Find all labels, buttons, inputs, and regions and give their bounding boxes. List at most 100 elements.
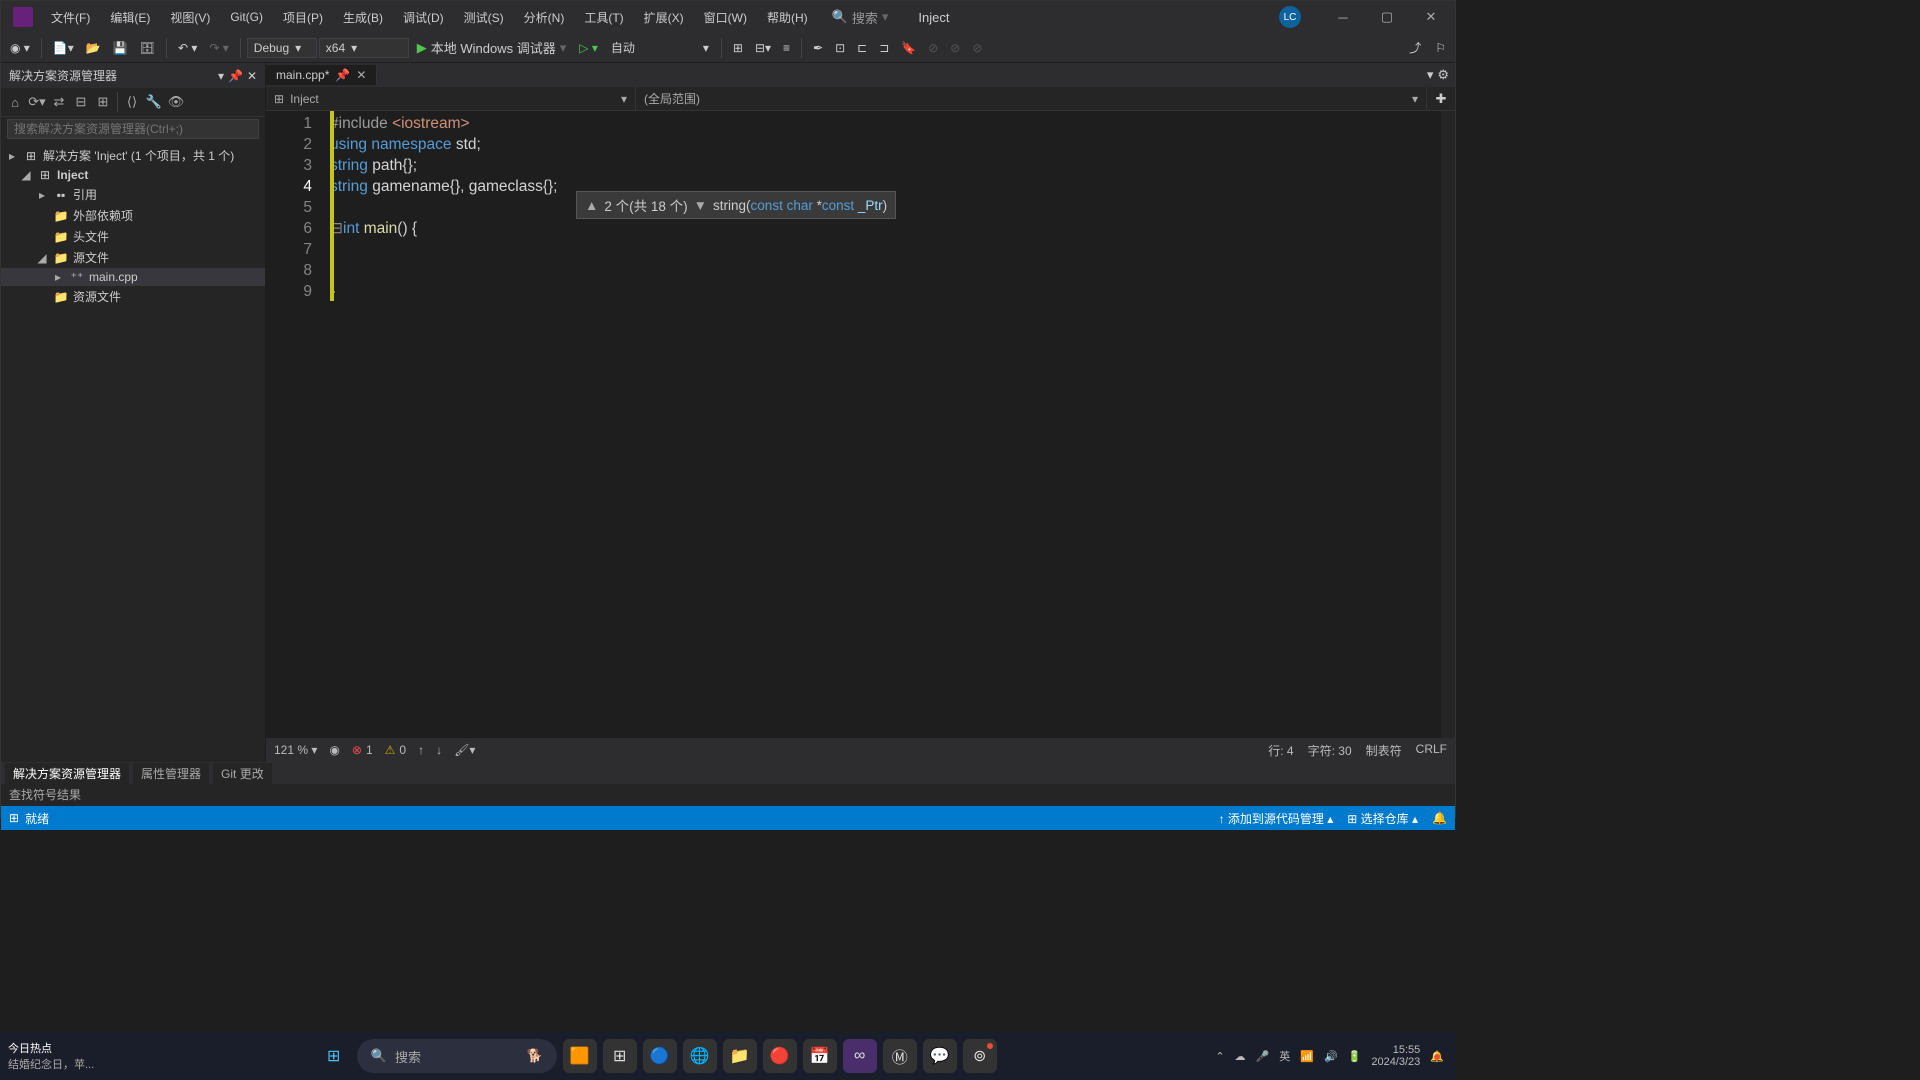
tray-volume-icon[interactable]: 🔊 bbox=[1324, 1050, 1338, 1063]
tree-resources[interactable]: 📁资源文件 bbox=[1, 286, 265, 307]
btab-git[interactable]: Git 更改 bbox=[213, 763, 272, 784]
tab-main-cpp[interactable]: main.cpp* 📌 ✕ bbox=[266, 65, 377, 85]
tree-main-cpp[interactable]: ▸⁺⁺main.cpp bbox=[1, 268, 265, 286]
menu-tools[interactable]: 工具(T) bbox=[574, 5, 633, 30]
warning-count[interactable]: ⚠0 bbox=[385, 743, 406, 757]
task-vs[interactable]: ∞ bbox=[843, 1039, 877, 1073]
task-explorer[interactable]: 📁 bbox=[723, 1039, 757, 1073]
live-share-button[interactable]: ⚐ bbox=[1430, 37, 1451, 58]
tb-icon-4[interactable]: ✒ bbox=[808, 39, 828, 57]
props-icon[interactable]: 🔧 bbox=[144, 92, 164, 112]
task-app-3[interactable]: 🔵 bbox=[643, 1039, 677, 1073]
undo-button[interactable]: ↶ ▾ bbox=[173, 39, 202, 57]
tb-icon-1[interactable]: ⊞ bbox=[728, 39, 748, 57]
tray-expand-icon[interactable]: ⌃ bbox=[1215, 1050, 1224, 1063]
code-icon[interactable]: ⟨⟩ bbox=[122, 92, 142, 112]
repo-select-button[interactable]: ⊞ 选择仓库 ▴ bbox=[1347, 810, 1418, 827]
nav-up-icon[interactable]: ↑ bbox=[418, 743, 424, 757]
intellisense-icon[interactable]: ◉ bbox=[329, 743, 339, 757]
btab-props[interactable]: 属性管理器 bbox=[133, 763, 209, 784]
task-app-6[interactable]: 💬 bbox=[923, 1039, 957, 1073]
menu-file[interactable]: 文件(F) bbox=[41, 5, 100, 30]
close-button[interactable]: ✕ bbox=[1411, 3, 1451, 31]
tray-date[interactable]: 2024/3/23 bbox=[1371, 1056, 1420, 1068]
show-all-icon[interactable]: ⊞ bbox=[93, 92, 113, 112]
line-ending[interactable]: CRLF bbox=[1416, 742, 1447, 759]
split-editor-icon[interactable]: ✚ bbox=[1427, 87, 1455, 110]
menu-extensions[interactable]: 扩展(X) bbox=[634, 5, 694, 30]
menu-window[interactable]: 窗口(W) bbox=[694, 5, 757, 30]
indent-mode[interactable]: 制表符 bbox=[1366, 742, 1402, 759]
preview-icon[interactable]: 👁 bbox=[166, 92, 186, 112]
start-nodebug-button[interactable]: ▷ ▾ bbox=[574, 39, 603, 57]
menu-test[interactable]: 测试(S) bbox=[454, 5, 514, 30]
new-item-button[interactable]: 📄▾ bbox=[48, 39, 79, 57]
menu-view[interactable]: 视图(V) bbox=[160, 5, 220, 30]
task-app-2[interactable]: ⊞ bbox=[603, 1039, 637, 1073]
tree-sources[interactable]: ◢📁源文件 bbox=[1, 247, 265, 268]
nav-down-icon[interactable]: ↓ bbox=[436, 743, 442, 757]
redo-button[interactable]: ↷ ▾ bbox=[204, 39, 233, 57]
close-tab-icon[interactable]: ✕ bbox=[356, 68, 366, 82]
hint-up-icon[interactable]: ▲ bbox=[585, 198, 598, 213]
ime-lang[interactable]: 英 bbox=[1279, 1048, 1290, 1064]
tree-project[interactable]: ◢⊞Inject bbox=[1, 166, 265, 184]
tb-icon-3[interactable]: ≡ bbox=[778, 39, 795, 57]
tree-solution[interactable]: ▸⊞解决方案 'Inject' (1 个项目，共 1 个) bbox=[1, 145, 265, 166]
dropdown-icon[interactable]: ▾ bbox=[218, 69, 224, 83]
brush-icon[interactable]: 🖌▾ bbox=[454, 743, 475, 757]
config-dropdown[interactable]: Debug▾ bbox=[247, 38, 317, 58]
task-app-1[interactable]: 🟧 bbox=[563, 1039, 597, 1073]
global-search[interactable]: 🔍 搜索 ▾ bbox=[832, 8, 889, 27]
tray-notifications-icon[interactable]: 🔔 bbox=[1430, 1050, 1444, 1063]
code-lines[interactable]: #include <iostream> using namespace std;… bbox=[330, 111, 1441, 738]
tree-references[interactable]: ▸▪▪引用 bbox=[1, 184, 265, 205]
pin-tab-icon[interactable]: 📌 bbox=[335, 68, 350, 82]
btab-solution[interactable]: 解决方案资源管理器 bbox=[5, 763, 129, 784]
sidebar-search[interactable] bbox=[1, 117, 265, 141]
sidebar-search-input[interactable] bbox=[7, 119, 259, 139]
auto-dropdown[interactable]: 自动▾ bbox=[605, 37, 715, 58]
task-app-4[interactable]: 📅 bbox=[803, 1039, 837, 1073]
maximize-button[interactable]: ▢ bbox=[1367, 3, 1407, 31]
tray-mic-icon[interactable]: 🎤 bbox=[1256, 1050, 1270, 1063]
nav-back-button[interactable]: ◉ ▾ bbox=[5, 39, 35, 57]
hint-down-icon[interactable]: ▼ bbox=[694, 198, 707, 213]
platform-dropdown[interactable]: x64▾ bbox=[319, 38, 409, 58]
refresh-icon[interactable]: ⟳▾ bbox=[27, 92, 47, 112]
task-obs[interactable]: ⊚ bbox=[963, 1039, 997, 1073]
taskbar-search[interactable]: 🔍 搜索 🐕 bbox=[357, 1039, 557, 1073]
start-button[interactable]: ⊞ bbox=[317, 1039, 351, 1073]
notifications-icon[interactable]: 🔔 bbox=[1432, 811, 1447, 825]
task-chrome[interactable]: 🔴 bbox=[763, 1039, 797, 1073]
code-editor[interactable]: 123456789 #include <iostream> using name… bbox=[266, 111, 1455, 738]
tb-icon-6[interactable]: ⊏ bbox=[852, 39, 872, 57]
share-button[interactable]: ⤴ bbox=[1404, 37, 1426, 58]
tb-icon-5[interactable]: ⊡ bbox=[830, 39, 850, 57]
collapse-icon[interactable]: ⊟ bbox=[71, 92, 91, 112]
pin-icon[interactable]: 📌 bbox=[228, 69, 243, 83]
open-button[interactable]: 📂 bbox=[81, 39, 106, 57]
save-button[interactable]: 💾 bbox=[108, 39, 133, 57]
menu-git[interactable]: Git(G) bbox=[220, 6, 273, 28]
tray-cloud-icon[interactable]: ☁ bbox=[1235, 1050, 1246, 1063]
start-debug-button[interactable]: ▶ 本地 Windows 调试器 ▾ bbox=[411, 36, 573, 59]
menu-edit[interactable]: 编辑(E) bbox=[100, 5, 160, 30]
tree-external[interactable]: 📁外部依赖项 bbox=[1, 205, 265, 226]
scope-project-dropdown[interactable]: ⊞Inject▾ bbox=[266, 87, 636, 110]
save-all-button[interactable]: 🗄 bbox=[135, 39, 160, 57]
menu-project[interactable]: 项目(P) bbox=[273, 5, 333, 30]
news-widget[interactable]: 今日热点 结婚纪念日，苹... bbox=[4, 1036, 98, 1076]
tab-overflow-icon[interactable]: ▾ bbox=[1427, 67, 1434, 83]
source-control-button[interactable]: ↑ 添加到源代码管理 ▴ bbox=[1219, 810, 1334, 827]
close-panel-icon[interactable]: ✕ bbox=[247, 69, 257, 83]
tb-icon-2[interactable]: ⊟▾ bbox=[750, 39, 776, 57]
tray-time[interactable]: 15:55 bbox=[1393, 1044, 1421, 1056]
home-icon[interactable]: ⌂ bbox=[5, 92, 25, 112]
tab-settings-icon[interactable]: ⚙ bbox=[1437, 67, 1449, 83]
menu-debug[interactable]: 调试(D) bbox=[393, 5, 454, 30]
minimize-button[interactable]: ─ bbox=[1323, 3, 1363, 31]
sync-icon[interactable]: ⇄ bbox=[49, 92, 69, 112]
editor-scrollbar[interactable] bbox=[1441, 111, 1455, 738]
menu-analyze[interactable]: 分析(N) bbox=[514, 5, 575, 30]
